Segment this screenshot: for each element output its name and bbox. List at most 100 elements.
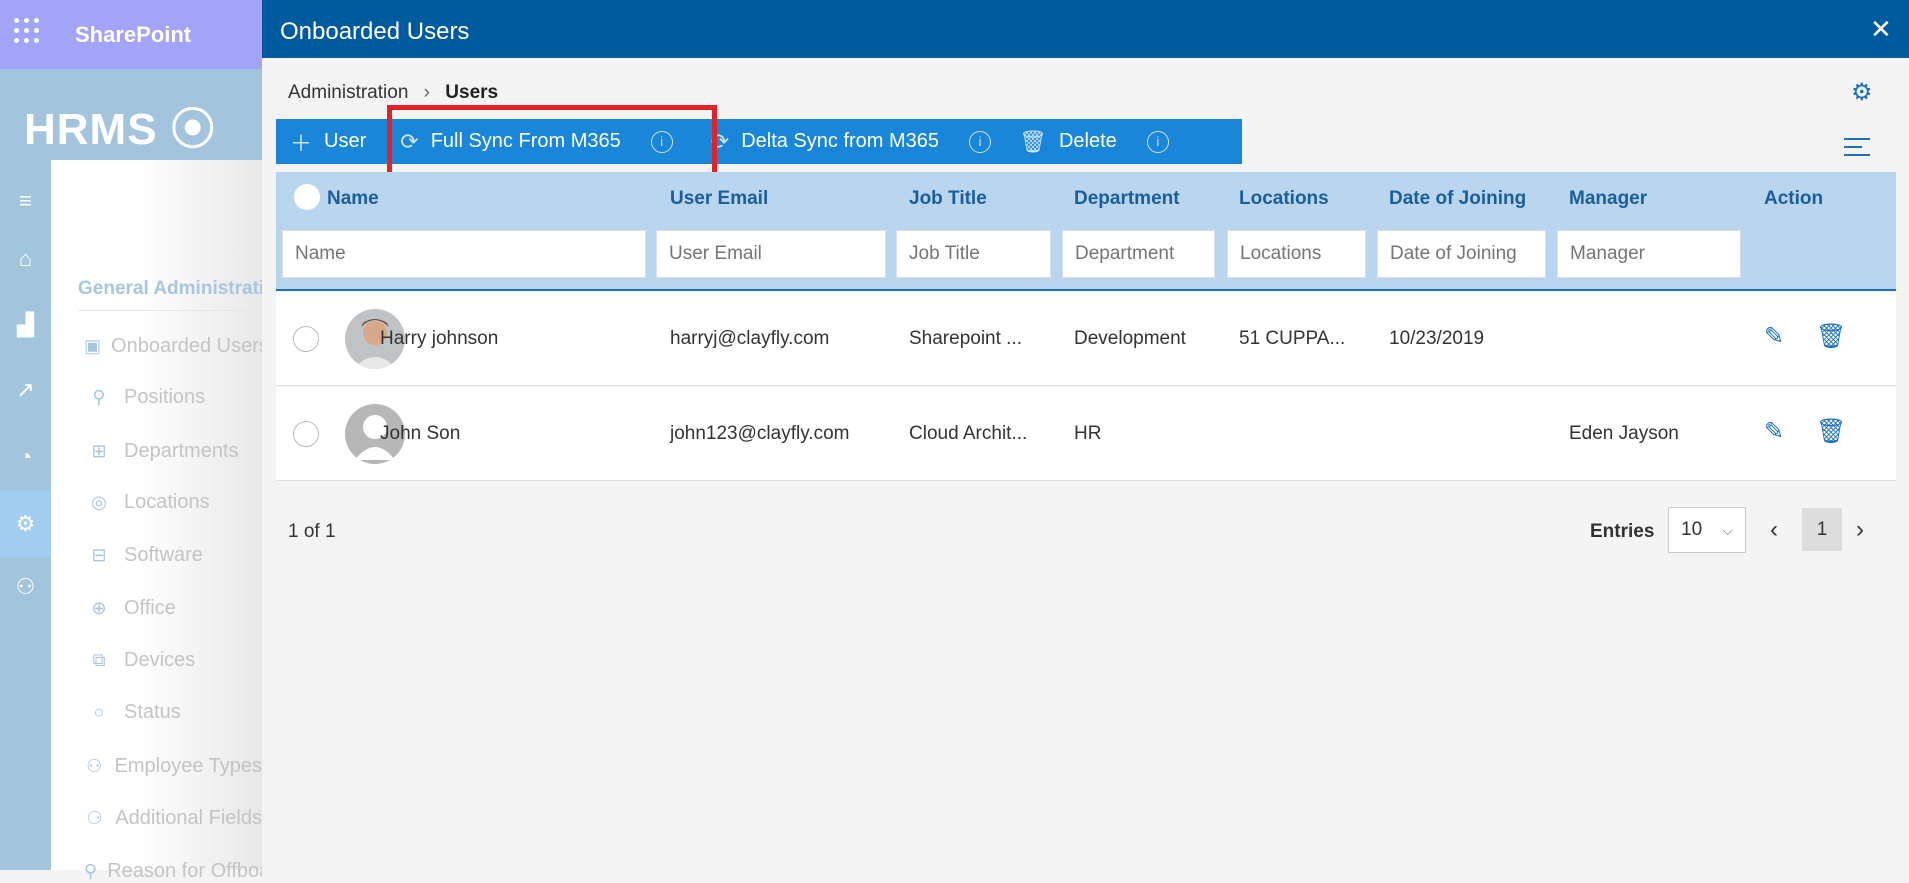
nav-item[interactable]: ⊕ Office [84, 597, 262, 620]
add-user-button[interactable]: ＋ User [276, 119, 380, 164]
settings-icon[interactable]: ⚙ [0, 491, 51, 557]
nav-item-label: Devices [124, 649, 196, 671]
page-button[interactable]: 1 [1802, 508, 1842, 551]
icon-rail: ≡ ⌂ ▟ ↗ ◔ ⚙ ⚇ [0, 160, 51, 870]
result-count: 1 of 1 [288, 521, 336, 542]
trash-icon[interactable]: 🗑 [1816, 417, 1846, 446]
logo-user-icon: ⦿ [170, 105, 216, 154]
cell-job: Cloud Archit... [909, 423, 1028, 444]
breadcrumb-parent[interactable]: Administration [288, 82, 408, 103]
nav-item-label: Positions [124, 386, 206, 408]
onboarded-users-dialog: Onboarded Users ✕ Administration › Users… [262, 0, 1909, 870]
table-row[interactable]: John Son john123@clayfly.com Cloud Archit.… [276, 387, 1896, 481]
edit-icon[interactable]: ✎ [1764, 417, 1784, 446]
column-header[interactable]: Manager [1569, 188, 1647, 210]
add-user-label: User [324, 130, 367, 152]
nav-item[interactable]: ⚆ Additional Fields [84, 807, 262, 830]
filter-input[interactable] [1377, 230, 1546, 278]
app-launcher-icon[interactable] [14, 18, 40, 44]
cell-dept: HR [1074, 423, 1102, 444]
person-icon: ⚲ [84, 861, 98, 881]
devices-icon: ⧉ [92, 650, 106, 670]
globe-icon: ⊕ [91, 598, 107, 618]
suite-bar: SharePoint [0, 0, 262, 69]
filter-input[interactable] [1062, 230, 1215, 278]
home-icon[interactable]: ⌂ [0, 232, 51, 286]
edit-icon[interactable]: ✎ [1764, 322, 1784, 351]
filter-input[interactable] [896, 230, 1051, 278]
people-icon: ⚇ [86, 756, 103, 776]
delta-sync-label: Delta Sync from M365 [741, 130, 940, 152]
page-size-dropdown[interactable]: 10 ⌵ [1668, 507, 1746, 553]
users-board-icon: ▣ [84, 336, 102, 356]
nav-item[interactable]: ◎ Locations [84, 491, 262, 514]
nav-item[interactable]: ⧉ Devices [84, 649, 262, 672]
suite-title[interactable]: SharePoint [75, 22, 191, 48]
prev-page-icon[interactable]: ‹ [1770, 516, 1778, 544]
filter-input[interactable] [282, 230, 646, 278]
column-header[interactable]: Name [327, 188, 379, 210]
nav-item-label: Employee Types [114, 755, 263, 777]
row-checkbox[interactable] [293, 421, 319, 447]
line-chart-icon[interactable]: ↗ [0, 363, 51, 417]
column-options-icon[interactable] [1844, 132, 1870, 162]
bar-chart-icon[interactable]: ▟ [0, 298, 51, 352]
nav-heading: General Administration [78, 278, 262, 311]
column-header[interactable]: Locations [1239, 188, 1329, 210]
breadcrumb-current: Users [445, 82, 499, 103]
page-size-value: 10 [1681, 519, 1703, 540]
plus-icon: ＋ [290, 130, 313, 156]
nav-item[interactable]: ⊟ Software [84, 544, 262, 567]
nav-item-label: Locations [124, 491, 210, 513]
app-logo: HRMS ⦿ [0, 69, 262, 160]
table-header: Name User Email Job Title Department Locatio… [276, 172, 1896, 291]
cell-job: Sharepoint ... [909, 328, 1023, 349]
trash-icon: 🗑 [1019, 128, 1047, 154]
nav-item[interactable]: ⊞ Departments [84, 440, 262, 463]
nav-item[interactable]: ▣ Onboarded Users [84, 335, 262, 358]
filter-input[interactable] [1557, 230, 1741, 278]
gear-icon[interactable]: ⚙ [1851, 78, 1873, 107]
select-all-checkbox[interactable] [294, 184, 320, 210]
nav-item-label: Reason for Offboarding [107, 860, 262, 882]
dialog-header: Onboarded Users ✕ [262, 0, 1909, 58]
logo-text: HRMS [24, 105, 158, 154]
row-checkbox[interactable] [293, 326, 319, 352]
entries-label: Entries [1590, 521, 1655, 542]
next-page-icon[interactable]: › [1856, 516, 1864, 544]
nav-item[interactable]: ○ Status [84, 701, 262, 724]
filter-input[interactable] [656, 230, 886, 278]
nav-item-label: Onboarded Users [111, 335, 262, 357]
cell-dept: Development [1074, 328, 1186, 349]
info-icon[interactable]: i [1146, 130, 1169, 153]
delete-button[interactable]: 🗑 Delete i [1005, 119, 1183, 164]
nav-item[interactable]: ⚇ Employee Types [84, 755, 262, 778]
position-icon: ⚲ [92, 387, 106, 407]
delta-sync-button[interactable]: ⟳ Delta Sync from M365 i [687, 119, 1005, 164]
chevron-down-icon: ⌵ [1722, 521, 1733, 538]
palette-icon[interactable]: ◔ [0, 430, 51, 484]
location-icon: ◎ [91, 492, 107, 512]
column-header[interactable]: Date of Joining [1389, 188, 1526, 210]
info-icon[interactable]: i [969, 130, 992, 153]
nav-item-label: Status [124, 701, 181, 723]
column-header[interactable]: Action [1764, 188, 1823, 210]
org-chart-icon: ⊞ [91, 441, 107, 461]
column-header[interactable]: Job Title [909, 188, 987, 210]
column-header[interactable]: User Email [670, 188, 768, 210]
column-header[interactable]: Department [1074, 188, 1180, 210]
filter-input[interactable] [1227, 230, 1366, 278]
nav-item-label: Software [124, 544, 203, 566]
table-row[interactable]: Harry johnson harryj@clayfly.com Sharepoin… [276, 292, 1896, 386]
close-icon[interactable]: ✕ [1870, 14, 1892, 45]
nav-item[interactable]: ⚲ Positions [84, 386, 262, 409]
circle-icon: ○ [93, 702, 105, 722]
nav-item[interactable]: ⚲ Reason for Offboarding [84, 860, 262, 883]
trash-icon[interactable]: 🗑 [1816, 322, 1846, 351]
hamburger-icon[interactable]: ≡ [0, 174, 51, 228]
cell-email: harryj@clayfly.com [670, 328, 830, 349]
cell-manager: Eden Jayson [1569, 423, 1679, 444]
cell-email: john123@clayfly.com [670, 423, 850, 444]
people-icon[interactable]: ⚇ [0, 560, 51, 614]
nav-item-label: Additional Fields [115, 807, 262, 829]
